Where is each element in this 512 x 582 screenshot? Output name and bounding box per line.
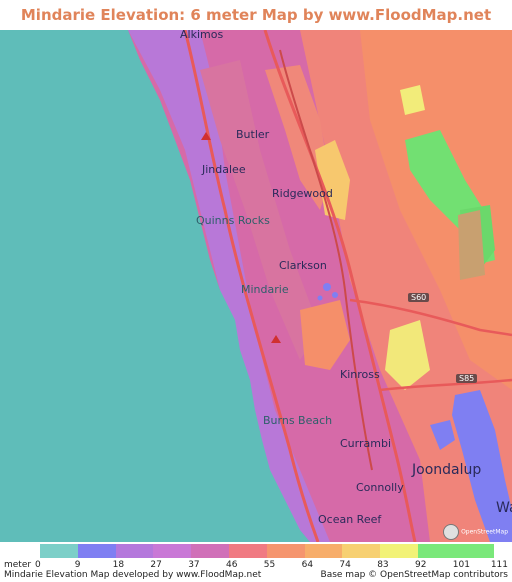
place-label-butler: Butler — [236, 128, 270, 141]
legend-swatch — [228, 544, 267, 558]
legend-tick: 92 — [415, 560, 427, 570]
legend-tick: 46 — [226, 560, 238, 570]
place-label-wa: Wa — [496, 500, 512, 516]
legend-swatch — [191, 544, 229, 558]
legend-tick: 37 — [188, 560, 200, 570]
legend-tick: 55 — [263, 560, 276, 570]
place-label-jindalee: Jindalee — [202, 163, 246, 176]
legend-tick: 18 — [112, 560, 125, 570]
osm-magnifier-icon — [443, 524, 460, 540]
legend-tick: 101 — [452, 560, 470, 570]
place-label-burns-beach: Burns Beach — [263, 414, 333, 427]
legend-tick: 74 — [339, 560, 351, 570]
place-label-ridgewood: Ridgewood — [272, 187, 333, 200]
legend-tick: 111 — [490, 560, 508, 570]
legend-swatch — [304, 544, 343, 558]
legend-unit: meter — [4, 560, 32, 570]
credits-left: Mindarie Elevation Map developed by www.… — [4, 570, 262, 580]
place-label-mindarie: Mindarie — [241, 283, 289, 296]
legend-swatch — [77, 544, 116, 558]
legend-tick: 27 — [150, 560, 162, 570]
pond-1 — [323, 283, 331, 291]
legend-swatch — [455, 544, 494, 558]
legend-tick: 83 — [377, 560, 389, 570]
legend-swatch — [153, 544, 192, 558]
road-shield-s60: S60 — [408, 293, 430, 302]
place-label-quinns-rocks: Quinns Rocks — [196, 214, 270, 227]
pond-2 — [332, 292, 338, 298]
legend-swatches — [40, 544, 494, 558]
credits-right: Base map © OpenStreetMap contributors — [320, 570, 508, 580]
legend-swatch — [417, 544, 456, 558]
place-label-joondalup: Joondalup — [412, 462, 482, 478]
pond-3 — [317, 295, 323, 301]
legend-tick: 64 — [301, 560, 314, 570]
legend-swatch — [115, 544, 154, 558]
place-label-currambi: Currambi — [340, 437, 391, 450]
place-label-kinross: Kinross — [340, 368, 380, 381]
place-label-alkimos: Alkimos — [180, 30, 224, 41]
page-title: Mindarie Elevation: 6 meter Map by www.F… — [20, 6, 492, 54]
legend-tick: 0 — [35, 560, 41, 570]
place-label-connolly: Connolly — [356, 481, 404, 494]
road-shield-s85: S85 — [456, 374, 478, 383]
legend-swatch — [380, 544, 418, 558]
legend-swatch — [342, 544, 381, 558]
legend-tick: 9 — [74, 560, 81, 570]
place-label-ocean-reef: Ocean Reef — [318, 513, 382, 526]
osm-logo[interactable]: OpenStreetMap — [443, 524, 508, 540]
legend-swatch — [266, 544, 305, 558]
elevation-map[interactable]: Alkimos Butler Jindalee Ridgewood Quinns… — [0, 30, 512, 542]
credits-bar: Mindarie Elevation Map developed by www.… — [0, 570, 512, 582]
legend-swatch — [40, 544, 78, 558]
place-label-clarkson: Clarkson — [279, 259, 327, 272]
